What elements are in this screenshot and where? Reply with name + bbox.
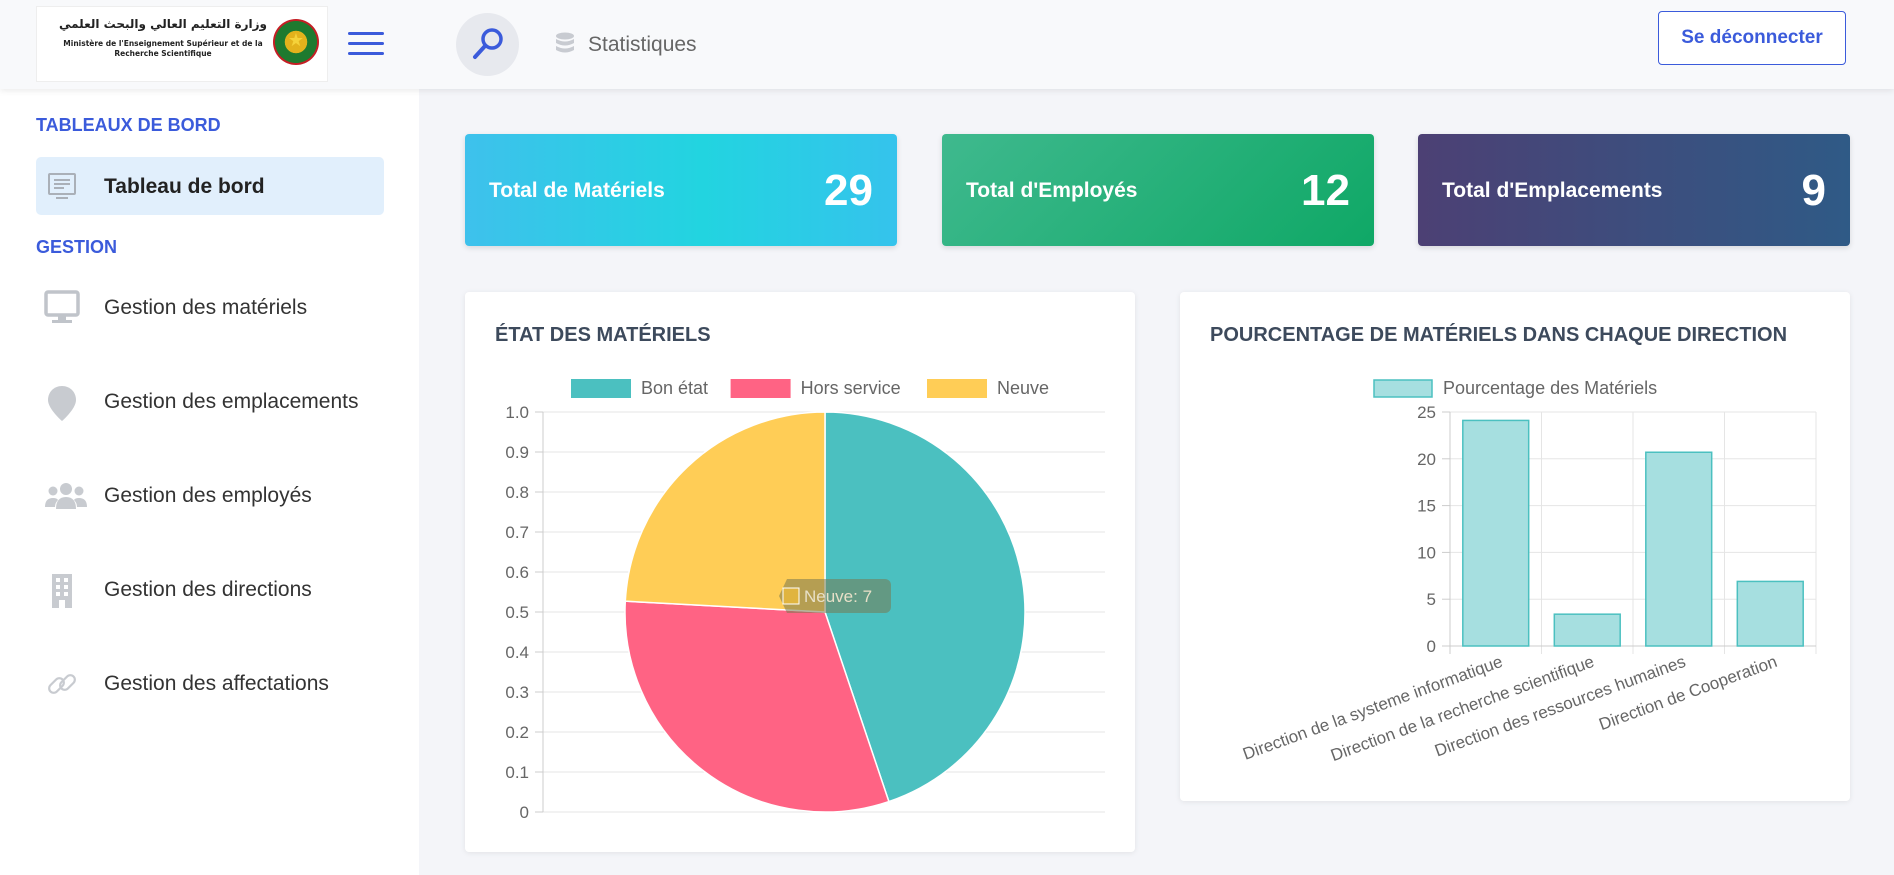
sidebar-item-label: Tableau de bord xyxy=(104,175,265,198)
y-tick-label: 0.6 xyxy=(505,563,529,582)
y-tick-label: 0.5 xyxy=(505,603,529,622)
sidebar-item-affectations[interactable]: Gestion des affectations xyxy=(36,655,384,713)
sidebar-item-label: Gestion des directions xyxy=(104,578,312,601)
y-tick-label: 0.7 xyxy=(505,523,529,542)
top-header: وزارة التعليم العالي والبحث العلمي Minis… xyxy=(0,0,1894,89)
bar xyxy=(1645,451,1713,647)
stat-card-label: Total d'Employés xyxy=(966,179,1138,202)
stat-card-value: 12 xyxy=(1301,166,1350,215)
monitor-icon xyxy=(44,290,80,323)
logo-arabic-text: وزارة التعليم العالي والبحث العلمي xyxy=(58,17,268,31)
y-tick-label: 20 xyxy=(1417,450,1436,469)
sidebar-item-label: Gestion des affectations xyxy=(104,672,329,695)
menu-toggle-icon[interactable] xyxy=(348,32,384,56)
bar-chart[interactable]: Pourcentage des Matériels0510152025Direc… xyxy=(1180,292,1850,801)
map-pin-icon xyxy=(48,386,76,421)
ministry-logo[interactable]: وزارة التعليم العالي والبحث العلمي Minis… xyxy=(36,6,328,82)
bar xyxy=(1736,580,1804,647)
y-tick-label: 0.8 xyxy=(505,483,529,502)
dashboard-icon xyxy=(48,173,76,199)
sidebar-item-dashboard[interactable]: Tableau de bord xyxy=(36,157,384,215)
y-tick-label: 0.4 xyxy=(505,643,529,662)
y-tick-label: 25 xyxy=(1417,403,1436,422)
bar xyxy=(1553,613,1621,647)
stat-card-materiels[interactable]: Total de Matériels 29 xyxy=(465,134,897,246)
building-icon xyxy=(52,574,72,608)
sidebar-item-label: Gestion des emplacements xyxy=(104,390,359,413)
legend-swatch xyxy=(571,379,631,398)
database-icon xyxy=(556,32,574,53)
sidebar-section-dashboards: TABLEAUX DE BORD xyxy=(36,115,221,135)
legend-label: Hors service xyxy=(801,378,901,398)
stat-card-value: 9 xyxy=(1801,166,1826,215)
sidebar-item-materiels[interactable]: Gestion des matériels xyxy=(36,279,384,337)
y-tick-label: 0 xyxy=(1427,637,1436,656)
legend-swatch xyxy=(1373,379,1433,398)
stat-card-value: 29 xyxy=(824,166,873,215)
y-tick-label: 15 xyxy=(1417,497,1436,516)
search-icon xyxy=(473,28,503,59)
legend-label: Neuve xyxy=(997,378,1049,398)
national-emblem-icon xyxy=(273,19,319,65)
tooltip-text: Neuve: 7 xyxy=(804,587,872,606)
search-button[interactable] xyxy=(456,13,519,76)
breadcrumb-statistiques[interactable]: Statistiques xyxy=(588,33,697,57)
y-tick-label: 10 xyxy=(1417,543,1436,562)
stat-card-label: Total d'Emplacements xyxy=(1442,179,1663,202)
pie-tooltip: Neuve: 7 xyxy=(779,579,891,613)
y-tick-label: 0.2 xyxy=(505,723,529,742)
y-tick-label: 0.1 xyxy=(505,763,529,782)
sidebar-item-directions[interactable]: Gestion des directions xyxy=(36,561,384,619)
legend-label: Bon état xyxy=(641,378,708,398)
y-tick-label: 0.9 xyxy=(505,443,529,462)
panel-pourcentage-directions: POURCENTAGE DE MATÉRIELS DANS CHAQUE DIR… xyxy=(1180,292,1850,801)
sidebar-item-label: Gestion des employés xyxy=(104,484,312,507)
legend-swatch xyxy=(730,379,791,398)
sidebar: TABLEAUX DE BORD Tableau de bord GESTION… xyxy=(0,89,419,875)
y-tick-label: 1.0 xyxy=(505,403,529,422)
y-tick-label: 5 xyxy=(1427,590,1436,609)
stat-card-employes[interactable]: Total d'Employés 12 xyxy=(942,134,1374,246)
stat-card-emplacements[interactable]: Total d'Emplacements 9 xyxy=(1418,134,1850,246)
panel-etat-materiels: ÉTAT DES MATÉRIELS Bon état Hors service N… xyxy=(465,292,1135,852)
sidebar-item-emplacements[interactable]: Gestion des emplacements xyxy=(36,373,384,431)
y-tick-label: 0.3 xyxy=(505,683,529,702)
legend-label: Pourcentage des Matériels xyxy=(1443,378,1657,398)
users-icon xyxy=(45,483,87,509)
stat-card-label: Total de Matériels xyxy=(489,179,665,202)
sidebar-section-gestion: GESTION xyxy=(36,237,118,257)
sidebar-item-employes[interactable]: Gestion des employés xyxy=(36,467,384,525)
logo-french-text: Ministère de l'Enseignement Supérieur et… xyxy=(63,39,263,58)
logout-button[interactable]: Se déconnecter xyxy=(1658,11,1846,65)
pie-chart[interactable]: Bon état Hors service Neuve 0 0.1 0.2 0.3 0.4 0.… xyxy=(465,292,1135,852)
tooltip-swatch xyxy=(782,587,800,605)
bar xyxy=(1462,419,1530,647)
y-tick-label: 0 xyxy=(520,803,529,822)
link-icon xyxy=(48,674,76,694)
sidebar-item-label: Gestion des matériels xyxy=(104,296,308,319)
legend-swatch xyxy=(927,379,987,398)
